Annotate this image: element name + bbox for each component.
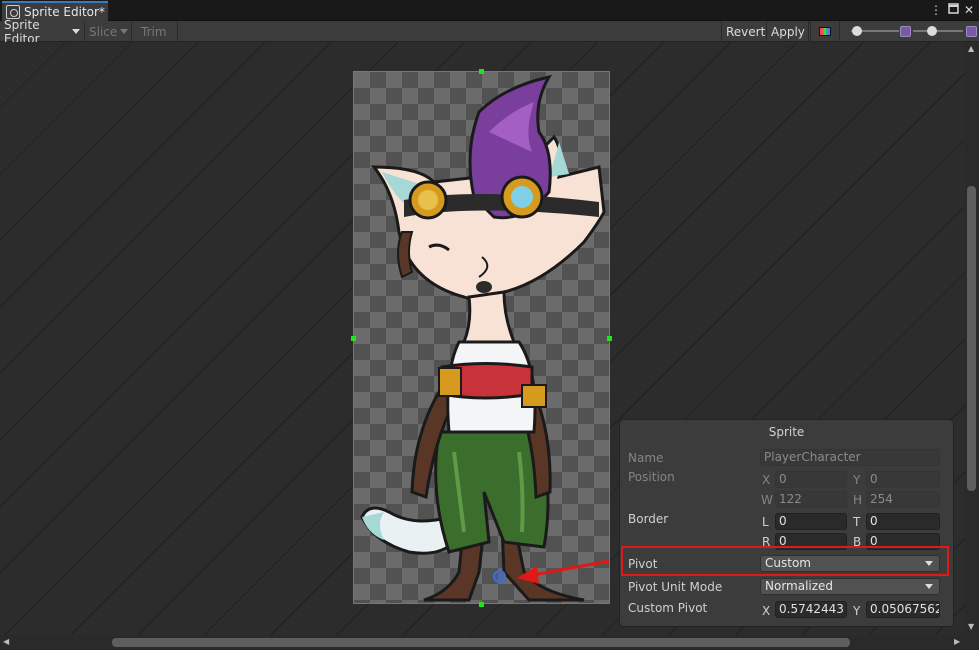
mode-dropdown[interactable]: Sprite Editor <box>0 18 85 46</box>
scroll-up-icon[interactable]: ▲ <box>968 44 974 53</box>
slice-dropdown[interactable]: Slice <box>85 21 132 42</box>
custom-pivot-y-field[interactable]: 0.05067562 <box>866 601 940 618</box>
resize-handle-left[interactable] <box>351 336 356 341</box>
pivot-unit-label: Pivot Unit Mode <box>628 580 723 594</box>
resize-handle-right[interactable] <box>607 336 612 341</box>
annotation-arrow-icon <box>517 559 610 584</box>
chevron-down-icon <box>120 29 129 34</box>
mip-slider-handle[interactable] <box>927 26 937 36</box>
slice-label: Slice <box>89 24 118 39</box>
mip-slider[interactable] <box>913 30 963 32</box>
custom-pivot-label: Custom Pivot <box>628 601 708 615</box>
scroll-down-icon[interactable]: ▼ <box>968 622 974 631</box>
tab-strip: Sprite Editor* ⋮ ✕ <box>0 0 979 21</box>
name-label: Name <box>628 451 664 465</box>
position-x-field[interactable]: 0 <box>775 471 847 488</box>
position-label: Position <box>628 470 675 484</box>
custom-pivot-y-label: Y <box>853 604 861 618</box>
vertical-scroll-thumb[interactable] <box>967 186 976 491</box>
revert-label: Revert <box>726 24 766 39</box>
vertical-scrollbar[interactable]: ▲ ▼ <box>965 42 979 635</box>
border-l-label: L <box>762 515 769 529</box>
pivot-unit-value: Normalized <box>765 579 834 593</box>
custom-pivot-x-field[interactable]: 0.5742443 <box>775 601 847 618</box>
resize-handle-bottom[interactable] <box>479 602 484 607</box>
size-h-field[interactable]: 254 <box>866 491 940 508</box>
horizontal-scroll-thumb[interactable] <box>112 638 850 647</box>
resize-handle-top[interactable] <box>479 69 484 74</box>
position-y-field[interactable]: 0 <box>866 471 940 488</box>
border-l-field[interactable]: 0 <box>775 513 847 530</box>
revert-button[interactable]: Revert <box>721 21 767 42</box>
mip-icon <box>966 26 977 37</box>
name-field[interactable]: PlayerCharacter <box>760 449 940 466</box>
close-icon[interactable]: ✕ <box>962 3 976 17</box>
sprite-panel: Sprite Name PlayerCharacter Position X 0… <box>619 419 954 627</box>
pivot-unit-dropdown[interactable]: Normalized <box>760 578 940 595</box>
more-vertical-icon[interactable]: ⋮ <box>929 3 943 17</box>
toolbar: Sprite Editor Slice Trim Revert Apply <box>0 18 979 46</box>
fox-character-sprite <box>360 74 606 602</box>
sprite-selection-rect[interactable] <box>353 71 610 604</box>
size-w-label: W <box>761 493 773 507</box>
size-h-label: H <box>853 493 863 507</box>
rgb-channels-icon <box>819 27 831 36</box>
scroll-right-icon[interactable]: ▶ <box>954 637 960 646</box>
size-w-field[interactable]: 122 <box>775 491 847 508</box>
horizontal-scrollbar[interactable]: ◀ ▶ <box>0 635 979 650</box>
zoom-icon <box>900 26 911 37</box>
border-t-label: T <box>853 515 861 529</box>
zoom-slider-handle[interactable] <box>851 26 862 36</box>
chevron-down-icon <box>925 584 933 589</box>
maximize-icon[interactable] <box>946 3 960 17</box>
apply-label: Apply <box>771 24 805 39</box>
position-x-label: X <box>762 473 771 487</box>
custom-pivot-x-label: X <box>762 604 771 618</box>
trim-button[interactable]: Trim <box>132 21 178 42</box>
position-y-label: Y <box>853 473 861 487</box>
rgb-channels-button[interactable] <box>810 21 840 42</box>
trim-label: Trim <box>141 24 167 39</box>
apply-button[interactable]: Apply <box>767 21 809 42</box>
pivot-highlight-box <box>621 546 949 576</box>
panel-title: Sprite <box>768 425 805 439</box>
chevron-down-icon <box>72 29 80 34</box>
scroll-left-icon[interactable]: ◀ <box>3 637 9 646</box>
border-label: Border <box>628 512 669 526</box>
border-t-field[interactable]: 0 <box>866 513 940 530</box>
